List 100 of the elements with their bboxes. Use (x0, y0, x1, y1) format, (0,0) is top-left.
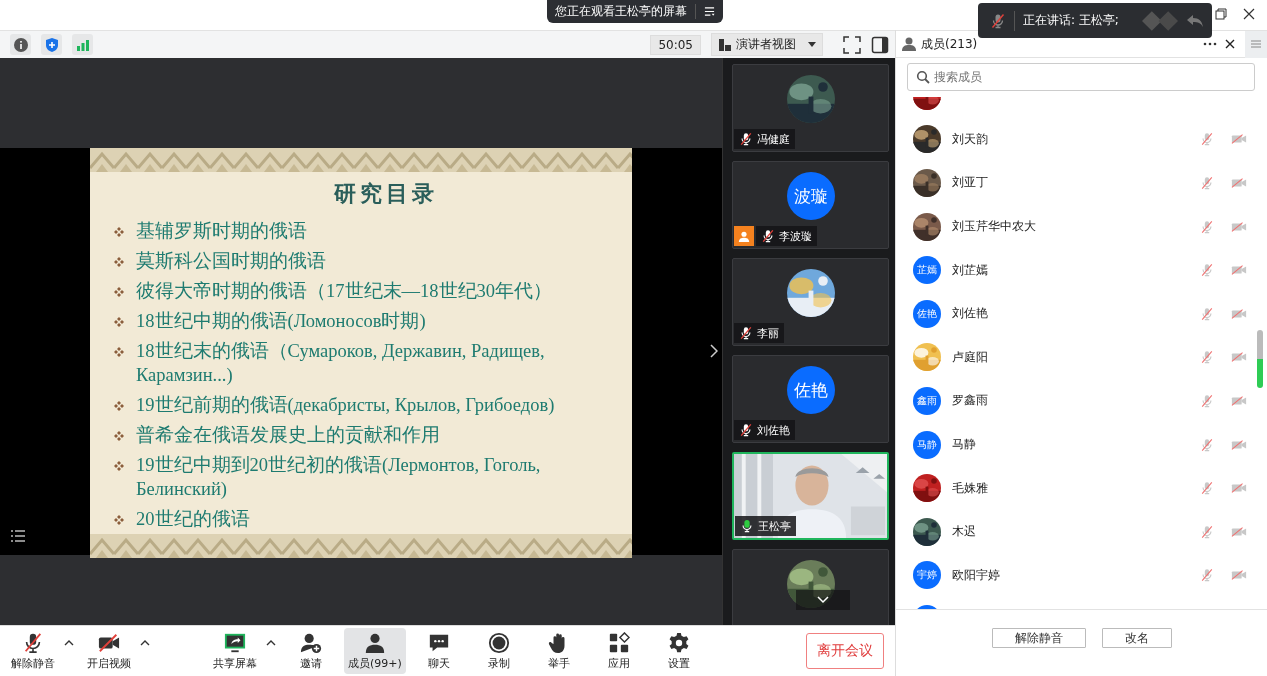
close-icon[interactable] (1225, 39, 1235, 49)
slide-title: 研究目录 (334, 180, 438, 208)
toolbar-button[interactable]: 录制 (471, 628, 526, 674)
panel-button[interactable]: 解除静音 (991, 628, 1086, 648)
camera-off-icon[interactable] (1231, 569, 1247, 582)
banner-text: 您正在观看王松亭的屏幕 (555, 3, 687, 20)
apps-icon (607, 631, 630, 654)
menu-icon (1250, 38, 1262, 50)
bullet-icon (114, 227, 124, 237)
toolbar-button[interactable]: 解除静音 (6, 628, 60, 674)
muted-mic-icon[interactable] (1200, 568, 1214, 583)
avatar-initials: 宇婷 (913, 561, 941, 590)
camera-off-icon (98, 631, 120, 654)
camera-off-icon[interactable] (1231, 394, 1247, 407)
toolbar-button[interactable]: 举手 (531, 628, 586, 674)
member-name: 马静 (952, 436, 976, 454)
view-dropdown[interactable]: 演讲者视图 (711, 33, 823, 56)
muted-mic-icon[interactable] (1200, 437, 1214, 452)
slide-bullet-text: 普希金在俄语发展史上的贡献和作用 (136, 424, 440, 447)
restore-icon[interactable] (1215, 8, 1227, 20)
chevron-right-icon[interactable] (710, 344, 718, 358)
camera-off-icon[interactable] (1231, 133, 1247, 146)
member-name: 罗鑫雨 (952, 392, 988, 410)
panel-title: 成员(213) (921, 35, 978, 53)
muted-mic-icon (990, 12, 1006, 29)
bullet-icon (114, 257, 124, 267)
caret-icon (808, 42, 816, 47)
member-name: 毛姝雅 (952, 479, 988, 497)
video-tile[interactable]: 王松亭 (732, 452, 889, 540)
video-tile[interactable]: 波璇 李波璇 (732, 161, 889, 249)
slide-bullet-text: 基辅罗斯时期的俄语 (136, 220, 307, 243)
member-name: 刘天韵 (952, 130, 988, 148)
camera-off-icon[interactable] (1231, 177, 1247, 189)
slide-bullet-text: 18世纪末的俄语（Сумароков, Державин, Радищев, Карамзин...) (136, 340, 545, 387)
member-name: 刘佐艳 (952, 305, 988, 323)
member-name: 刘亚丁 (952, 174, 988, 192)
camera-off-icon[interactable] (1231, 482, 1247, 495)
caret-icon[interactable] (266, 640, 276, 646)
video-tile[interactable]: 李丽 (732, 258, 889, 346)
bullet-icon (114, 317, 124, 327)
toast-text: 正在讲话: 王松亭; (1023, 12, 1119, 29)
camera-off-icon[interactable] (1231, 351, 1247, 364)
leave-meeting-button[interactable]: 离开会议 (806, 633, 884, 669)
participant-name: 李波璇 (779, 228, 812, 244)
avatar-initials: 鑫雨 (913, 386, 941, 415)
muted-mic-icon[interactable] (1200, 350, 1214, 365)
member-name: 刘玉芹华中农大 (952, 218, 1036, 236)
muted-mic-icon[interactable] (1200, 263, 1214, 278)
muted-mic-icon[interactable] (1200, 219, 1214, 234)
slide-bullet-text: 18世纪中期的俄语(Ломоносов时期) (136, 310, 426, 333)
scrollbar[interactable] (1257, 330, 1263, 388)
slide-bullet-text: 19世纪前期的俄语(декабристы, Крылов, Грибоедов) (136, 394, 555, 417)
toolbar-button[interactable]: 邀请 (284, 628, 338, 674)
camera-off-icon[interactable] (1231, 220, 1247, 233)
avatar-initials: 马静 (913, 430, 941, 459)
signal-button[interactable] (72, 34, 93, 55)
sidebar-icon[interactable] (871, 35, 889, 54)
camera-off-icon[interactable] (1231, 525, 1247, 538)
fullscreen-icon[interactable] (843, 35, 861, 54)
camera-off-icon[interactable] (1231, 438, 1247, 451)
muted-mic-icon[interactable] (1200, 393, 1214, 408)
muted-mic-icon[interactable] (1200, 524, 1214, 539)
panel-button[interactable]: 改名 (1101, 628, 1172, 648)
info-button[interactable] (10, 34, 31, 55)
video-tile[interactable] (732, 549, 889, 625)
bullet-icon (114, 431, 124, 441)
caret-icon[interactable] (64, 640, 74, 646)
shield-icon (43, 36, 60, 53)
menu-button[interactable] (1245, 30, 1267, 58)
record-icon (487, 631, 510, 654)
avatar-initials: 波璇 (787, 172, 835, 220)
list-icon[interactable] (10, 529, 26, 543)
video-tile[interactable]: 佐艳 刘佐艳 (732, 355, 889, 443)
participant-name: 李丽 (757, 325, 779, 341)
info-icon (12, 36, 29, 53)
camera-off-icon[interactable] (1231, 307, 1247, 320)
scroll-down-button[interactable] (796, 590, 850, 610)
search-field[interactable]: 搜索成员 (907, 63, 1255, 91)
toolbar-button[interactable]: 开启视频 (82, 628, 136, 674)
settings-icon (667, 631, 690, 654)
toolbar-button[interactable]: 共享屏幕 (208, 628, 262, 674)
muted-mic-icon[interactable] (1200, 306, 1214, 321)
caret-icon[interactable] (140, 640, 150, 646)
avatar-initials: 芷嫣 (913, 256, 941, 285)
toolbar-button[interactable]: 设置 (651, 628, 706, 674)
camera-off-icon[interactable] (1231, 264, 1247, 277)
member-name: 卢庭阳 (952, 348, 988, 366)
avatar-initials: 佐艳 (787, 366, 835, 414)
toolbar-button[interactable]: 成员(99+) (344, 628, 406, 674)
close-icon[interactable] (1243, 8, 1255, 20)
muted-mic-icon[interactable] (1200, 132, 1214, 147)
search-icon (916, 70, 930, 84)
more-icon[interactable] (1203, 42, 1217, 46)
muted-mic-icon[interactable] (1200, 481, 1214, 496)
toolbar-button[interactable]: 应用 (591, 628, 646, 674)
toolbar-button[interactable]: 聊天 (411, 628, 466, 674)
security-button[interactable] (41, 34, 62, 55)
video-tile[interactable]: 冯健庭 (732, 64, 889, 152)
slide-bullet-text: 19世纪中期到20世纪初的俄语(Лермонтов, Гоголь, Белинский) (136, 454, 541, 501)
muted-mic-icon[interactable] (1200, 176, 1214, 190)
